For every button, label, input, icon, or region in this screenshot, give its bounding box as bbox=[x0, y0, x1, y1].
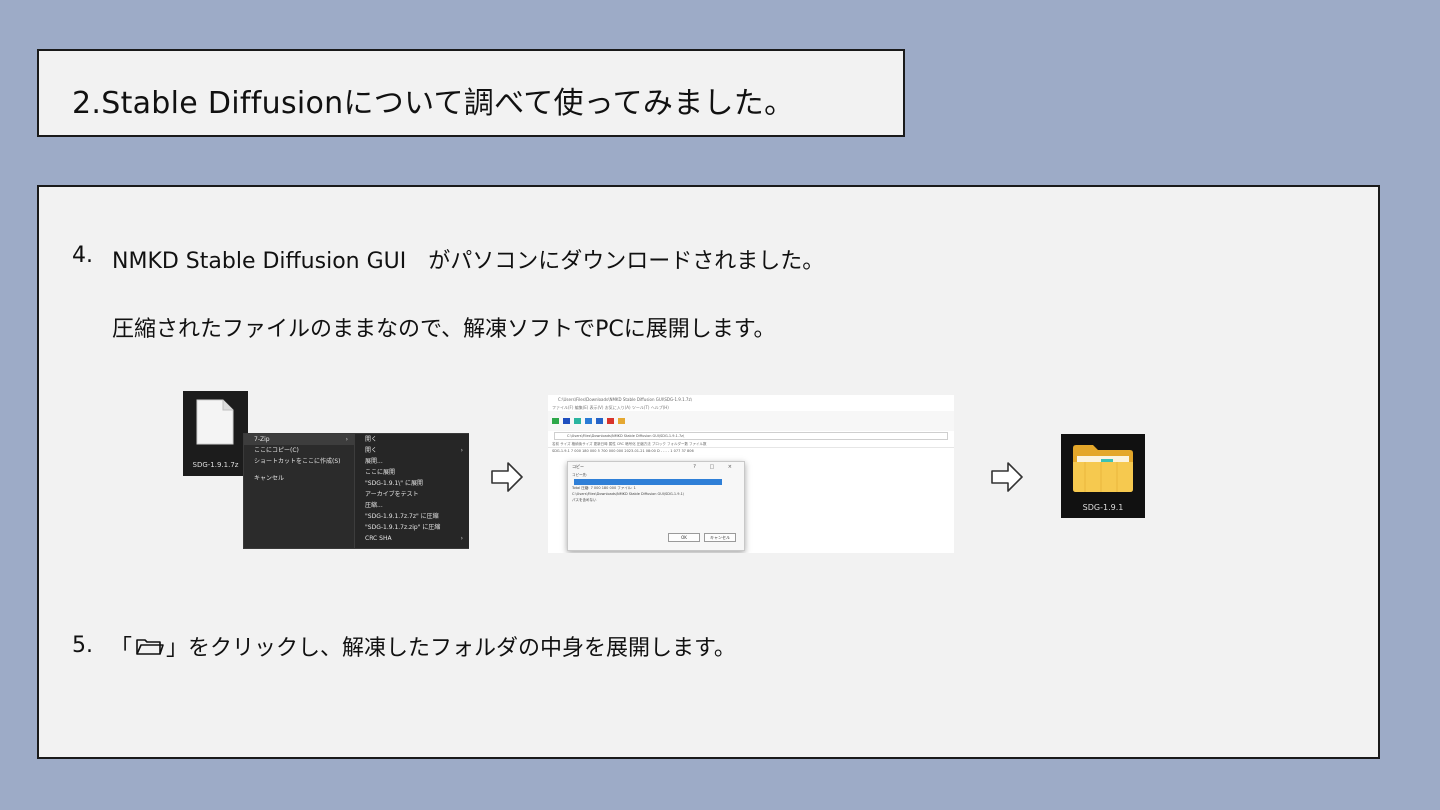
chevron-right-icon: › bbox=[345, 436, 348, 443]
dialog-label: コピー先: bbox=[572, 473, 588, 477]
folder-icon bbox=[1073, 445, 1133, 492]
archive-file-tile: SDG-1.9.1.7z bbox=[183, 391, 248, 476]
file-list-row[interactable]: SDG-1.9.1 7 000 180 000 5 700 000 000 20… bbox=[548, 448, 954, 455]
submenu-item-label: 開く bbox=[365, 447, 378, 454]
folder-name: SDG-1.9.1 bbox=[1082, 503, 1124, 512]
file-icon bbox=[196, 399, 234, 445]
submenu-item[interactable]: 開く bbox=[355, 434, 469, 445]
file-list-header: 名前 サイズ 格納後サイズ 更新日時 属性 CRC 暗号化 圧縮方法 ブロック … bbox=[548, 441, 954, 448]
submenu-item[interactable]: ここに展開 bbox=[355, 467, 469, 478]
info-icon[interactable] bbox=[618, 418, 625, 424]
chevron-right-icon: › bbox=[460, 447, 463, 454]
move-icon[interactable] bbox=[596, 418, 603, 424]
menu-item-create-shortcut[interactable]: ショートカットをここに作成(S) bbox=[244, 456, 354, 467]
title-box: 2.Stable Diffusionについて調べて使ってみました。 bbox=[37, 49, 905, 137]
extract-icon[interactable] bbox=[563, 418, 570, 424]
submenu-item[interactable]: "SDG-1.9.1.7z.zip" に圧縮 bbox=[355, 522, 469, 533]
copy-dialog: コピー ? □ × コピー先: Total 圧縮: 7 000 180 000 … bbox=[567, 461, 745, 551]
page-title: 2.Stable Diffusionについて調べて使ってみました。 bbox=[72, 86, 795, 121]
extracted-folder-screenshot: SDG-1.9.1 bbox=[1061, 434, 1145, 518]
context-menu: 7-Zip › ここにコピー(C) ショートカットをここに作成(S) キャンセル … bbox=[243, 433, 469, 549]
step-5-after: 」をクリックし、解凍したフォルダの中身を展開します。 bbox=[166, 636, 736, 661]
test-icon[interactable] bbox=[574, 418, 581, 424]
submenu-item-label: CRC SHA bbox=[365, 535, 392, 542]
step-5-open-bracket: 「 bbox=[110, 636, 133, 661]
7zip-window-screenshot: C:\Users\Files\Downloads\NMKD Stable Dif… bbox=[548, 395, 954, 553]
menu-item-label: 7-Zip bbox=[254, 436, 270, 443]
step-4-number: 4. bbox=[72, 243, 93, 268]
step-4-text: NMKD Stable Diffusion GUI がパソコンにダウンロードされ… bbox=[112, 249, 825, 274]
chevron-right-icon: › bbox=[460, 535, 463, 542]
submenu-item[interactable]: "SDG-1.9.1\" に展開 bbox=[355, 478, 469, 489]
context-submenu: 開く 開く › 展開... ここに展開 "SDG-1.9.1\" に展開 アーカイ… bbox=[354, 434, 469, 548]
ok-button[interactable]: OK bbox=[668, 533, 700, 542]
copy-icon[interactable] bbox=[585, 418, 592, 424]
step-4-subtext: 圧縮されたファイルのままなので、解凍ソフトでPCに展開します。 bbox=[112, 317, 776, 342]
window-menu-bar: ファイル(F) 編集(E) 表示(V) お気に入り(A) ツール(T) ヘルプ(… bbox=[552, 405, 669, 410]
add-icon[interactable] bbox=[552, 418, 559, 424]
submenu-item[interactable]: CRC SHA › bbox=[355, 533, 469, 544]
context-menu-screenshot: SDG-1.9.1.7z 7-Zip › ここにコピー(C) ショートカットをここ… bbox=[183, 391, 469, 549]
step-5-number: 5. bbox=[72, 633, 93, 658]
menu-item-cancel[interactable]: キャンセル bbox=[244, 473, 354, 484]
submenu-item[interactable]: 開く › bbox=[355, 445, 469, 456]
arrow-right-icon bbox=[991, 462, 1023, 492]
menu-item-copy-here[interactable]: ここにコピー(C) bbox=[244, 445, 354, 456]
submenu-item[interactable]: 圧縮... bbox=[355, 500, 469, 511]
delete-icon[interactable] bbox=[607, 418, 614, 424]
arrow-right-icon bbox=[491, 462, 523, 492]
folder-icon bbox=[136, 639, 164, 655]
path-field[interactable]: C:\Users\Files\Downloads\NMKD Stable Dif… bbox=[554, 432, 948, 440]
cancel-button[interactable]: キャンセル bbox=[704, 533, 736, 542]
submenu-item[interactable]: 展開... bbox=[355, 456, 469, 467]
dialog-window-controls[interactable]: ? □ × bbox=[693, 464, 738, 470]
menu-item-7zip[interactable]: 7-Zip › bbox=[244, 434, 354, 445]
submenu-item[interactable]: "SDG-1.9.1.7z.7z" に圧縮 bbox=[355, 511, 469, 522]
submenu-item[interactable]: アーカイブをテスト bbox=[355, 489, 469, 500]
window-title: C:\Users\Files\Downloads\NMKD Stable Dif… bbox=[548, 395, 954, 404]
dialog-option[interactable]: パスを含めない bbox=[568, 497, 744, 503]
context-menu-main: 7-Zip › ここにコピー(C) ショートカットをここに作成(S) キャンセル bbox=[244, 434, 354, 548]
window-toolbar bbox=[548, 411, 954, 431]
step-5-text: 「 」をクリックし、解凍したフォルダの中身を展開します。 bbox=[110, 630, 736, 662]
archive-file-name: SDG-1.9.1.7z bbox=[192, 461, 239, 469]
